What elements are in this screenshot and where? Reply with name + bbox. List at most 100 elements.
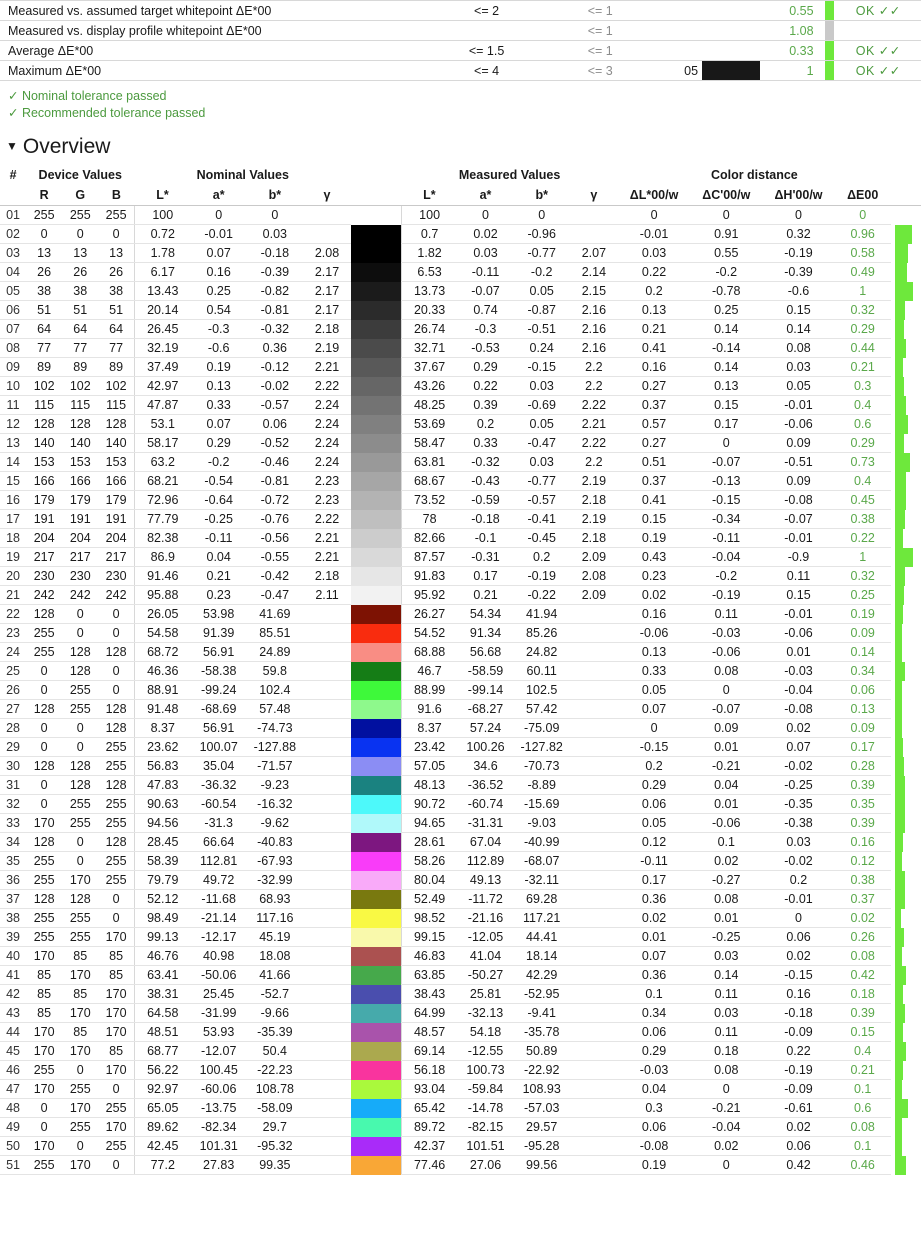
cell-device-b: 128 xyxy=(98,699,135,719)
cell-measured-L: 91.6 xyxy=(400,699,458,719)
cell-color-swatch xyxy=(351,224,401,244)
cell-color-swatch xyxy=(351,870,401,890)
table-row[interactable]: 01 255 255 255 100 0 0 100 0 0 0 0 0 0 xyxy=(0,204,921,225)
table-row[interactable]: 17 191 191 191 77.79 -0.25 -0.76 2.22 78 -0.18 -0.… xyxy=(0,509,921,529)
table-row[interactable]: 23 255 0 0 54.58 91.39 85.51 54.52 91.34 85.26 -0.… xyxy=(0,623,921,643)
cell-measured-gamma: 2.16 xyxy=(569,338,618,358)
cell-delta-E: 0.4 xyxy=(834,395,891,415)
cell-device-g: 128 xyxy=(62,642,99,662)
table-row[interactable]: 42 85 85 170 38.31 25.45 -52.7 38.43 25.81 -52.95… xyxy=(0,984,921,1004)
cell-nominal-gamma xyxy=(302,794,352,814)
cell-delta-E: 0.42 xyxy=(834,965,891,985)
cell-nominal-a: -0.25 xyxy=(190,509,247,529)
table-row[interactable]: 22 128 0 0 26.05 53.98 41.69 26.27 54.34 41.94 0.1… xyxy=(0,604,921,624)
cell-delta-E: 0.15 xyxy=(834,1022,891,1042)
table-row[interactable]: 21 242 242 242 95.88 0.23 -0.47 2.11 95.92 0.21 -0… xyxy=(0,585,921,605)
cell-nominal-gamma xyxy=(302,1003,352,1023)
cell-nominal-L: 79.79 xyxy=(133,870,191,890)
cell-index: 16 xyxy=(0,490,27,510)
table-row[interactable]: 14 153 153 153 63.2 -0.2 -0.46 2.24 63.81 -0.32 0.… xyxy=(0,452,921,472)
cell-measured-a: -60.74 xyxy=(457,794,514,814)
table-row[interactable]: 50 170 0 255 42.45 101.31 -95.32 42.37 101.51 -95… xyxy=(0,1136,921,1156)
cell-measured-a: 112.89 xyxy=(457,851,514,871)
table-row[interactable]: 12 128 128 128 53.1 0.07 0.06 2.24 53.69 0.2 0.05 2… xyxy=(0,414,921,434)
overview-section-header[interactable]: ▼ Overview xyxy=(0,122,921,165)
cell-delta-E: 0.73 xyxy=(834,452,891,472)
table-row[interactable]: 02 0 0 0 0.72 -0.01 0.03 0.7 0.02 -0.96 -0.01 0.91 0… xyxy=(0,224,921,244)
cell-index: 36 xyxy=(0,870,27,890)
cell-delta-E-bar xyxy=(891,851,921,871)
cell-index: 32 xyxy=(0,794,27,814)
cell-measured-L: 80.04 xyxy=(400,870,458,890)
cell-measured-L: 26.74 xyxy=(400,319,458,339)
table-row[interactable]: 44 170 85 170 48.51 53.93 -35.39 48.57 54.18 -35.… xyxy=(0,1022,921,1042)
cell-nominal-b: 0.36 xyxy=(246,338,303,358)
cell-measured-a: 0.74 xyxy=(457,300,514,320)
cell-nominal-a: -0.2 xyxy=(190,452,247,472)
table-row[interactable]: 07 64 64 64 26.45 -0.3 -0.32 2.18 26.74 -0.3 -0.51… xyxy=(0,319,921,339)
table-row[interactable]: 38 255 255 0 98.49 -21.14 117.16 98.52 -21.16 117… xyxy=(0,908,921,928)
table-row[interactable]: 33 170 255 255 94.56 -31.3 -9.62 94.65 -31.31 -9.… xyxy=(0,813,921,833)
cell-nominal-L: 13.43 xyxy=(133,281,191,301)
table-row[interactable]: 40 170 85 85 46.76 40.98 18.08 46.83 41.04 18.14 0… xyxy=(0,946,921,966)
table-body: 01 255 255 255 100 0 0 100 0 0 0 0 0 0 02 0 0 0 0.72 -0.01 0… xyxy=(0,204,921,1175)
table-row[interactable]: 32 0 255 255 90.63 -60.54 -16.32 90.72 -60.74 -15… xyxy=(0,794,921,814)
table-row[interactable]: 05 38 38 38 13.43 0.25 -0.82 2.17 13.73 -0.07 0.05… xyxy=(0,281,921,301)
cell-color-swatch xyxy=(351,319,401,339)
table-row[interactable]: 47 170 255 0 92.97 -60.06 108.78 93.04 -59.84 108… xyxy=(0,1079,921,1099)
cell-nominal-L: 46.36 xyxy=(133,661,191,681)
table-row[interactable]: 15 166 166 166 68.21 -0.54 -0.81 2.23 68.67 -0.43… xyxy=(0,471,921,491)
cell-delta-L: 0.16 xyxy=(617,604,691,624)
table-row[interactable]: 45 170 170 85 68.77 -12.07 50.4 69.14 -12.55 50.8… xyxy=(0,1041,921,1061)
table-row[interactable]: 43 85 170 170 64.58 -31.99 -9.66 64.99 -32.13 -9.… xyxy=(0,1003,921,1023)
table-row[interactable]: 41 85 170 85 63.41 -50.06 41.66 63.85 -50.27 42.2… xyxy=(0,965,921,985)
table-row[interactable]: 46 255 0 170 56.22 100.45 -22.23 56.18 100.73 -22… xyxy=(0,1060,921,1080)
table-row[interactable]: 51 255 170 0 77.2 27.83 99.35 77.46 27.06 99.56 0.… xyxy=(0,1155,921,1175)
cell-device-g: 0 xyxy=(62,851,99,871)
cell-nominal-b: -0.56 xyxy=(246,528,303,548)
chevron-down-icon[interactable]: ▼ xyxy=(6,139,18,153)
table-row[interactable]: 30 128 128 255 56.83 35.04 -71.57 57.05 34.6 -70.… xyxy=(0,756,921,776)
summary-nominal-tolerance: <= 2 xyxy=(427,0,546,21)
table-row[interactable]: 19 217 217 217 86.9 0.04 -0.55 2.21 87.57 -0.31 0.… xyxy=(0,547,921,567)
table-row[interactable]: 39 255 255 170 99.13 -12.17 45.19 99.15 -12.05 44… xyxy=(0,927,921,947)
table-row[interactable]: 20 230 230 230 91.46 0.21 -0.42 2.18 91.83 0.17 -0… xyxy=(0,566,921,586)
table-row[interactable]: 35 255 0 255 58.39 112.81 -67.93 58.26 112.89 -68… xyxy=(0,851,921,871)
cell-delta-H: -0.06 xyxy=(762,414,835,434)
table-row[interactable]: 18 204 204 204 82.38 -0.11 -0.56 2.21 82.66 -0.1-… xyxy=(0,528,921,548)
cell-delta-L: 0.21 xyxy=(617,319,691,339)
table-row[interactable]: 25 0 128 0 46.36 -58.38 59.8 46.7 -58.59 60.11 0.3… xyxy=(0,661,921,681)
cell-nominal-b: -9.62 xyxy=(246,813,303,833)
cell-measured-a: 0 xyxy=(457,204,514,225)
table-row[interactable]: 03 13 13 13 1.78 0.07 -0.18 2.08 1.82 0.03 -0.77 2.… xyxy=(0,243,921,263)
table-row[interactable]: 24 255 128 128 68.72 56.91 24.89 68.88 56.68 24.8… xyxy=(0,642,921,662)
cell-nominal-a: 0.54 xyxy=(190,300,247,320)
cell-nominal-a: 0.21 xyxy=(190,566,247,586)
table-row[interactable]: 10 102 102 102 42.97 0.13 -0.02 2.22 43.26 0.22 0.… xyxy=(0,376,921,396)
table-row[interactable]: 27 128 255 128 91.48 -68.69 57.48 91.6 -68.27 57.… xyxy=(0,699,921,719)
table-row[interactable]: 08 77 77 77 32.19 -0.6 0.36 2.19 32.71 -0.53 0.24 2… xyxy=(0,338,921,358)
summary-status: OK ✓✓ xyxy=(835,0,921,21)
table-row[interactable]: 49 0 255 170 89.62 -82.34 29.7 89.72 -82.15 29.57… xyxy=(0,1117,921,1137)
table-row[interactable]: 11 115 115 115 47.87 0.33 -0.57 2.24 48.25 0.39 -0… xyxy=(0,395,921,415)
table-row[interactable]: 48 0 170 255 65.05 -13.75 -58.09 65.42 -14.78 -57… xyxy=(0,1098,921,1118)
cell-measured-b: 50.89 xyxy=(513,1041,570,1061)
table-row[interactable]: 37 128 128 0 52.12 -11.68 68.93 52.49 -11.72 69.2… xyxy=(0,889,921,909)
cell-measured-gamma xyxy=(569,908,618,928)
table-row[interactable]: 36 255 170 255 79.79 49.72 -32.99 80.04 49.13 -32… xyxy=(0,870,921,890)
table-row[interactable]: 28 0 0 128 8.37 56.91 -74.73 8.37 57.24 -75.09 0 0.… xyxy=(0,718,921,738)
cell-delta-E: 0.22 xyxy=(834,528,891,548)
table-row[interactable]: 31 0 128 128 47.83 -36.32 -9.23 48.13 -36.52 -8.8… xyxy=(0,775,921,795)
table-row[interactable]: 16 179 179 179 72.96 -0.64 -0.72 2.23 73.52 -0.59… xyxy=(0,490,921,510)
table-row[interactable]: 09 89 89 89 37.49 0.19 -0.12 2.21 37.67 0.29 -0.15… xyxy=(0,357,921,377)
table-row[interactable]: 04 26 26 26 6.17 0.16 -0.39 2.17 6.53 -0.11 -0.2 2.… xyxy=(0,262,921,282)
table-row[interactable]: 13 140 140 140 58.17 0.29 -0.52 2.24 58.47 0.33 -0… xyxy=(0,433,921,453)
cell-delta-H: -0.08 xyxy=(762,490,835,510)
cell-delta-L: 0.29 xyxy=(617,775,691,795)
table-row[interactable]: 26 0 255 0 88.91 -99.24 102.4 88.99 -99.14 102.5 0… xyxy=(0,680,921,700)
cell-device-b: 255 xyxy=(98,870,135,890)
cell-delta-H: -0.04 xyxy=(762,680,835,700)
table-row[interactable]: 29 0 0 255 23.62 100.07 -127.88 23.42 100.26 -127… xyxy=(0,737,921,757)
table-row[interactable]: 06 51 51 51 20.14 0.54 -0.81 2.17 20.33 0.74 -0.87… xyxy=(0,300,921,320)
table-row[interactable]: 34 128 0 128 28.45 66.64 -40.83 28.61 67.04 -40.9… xyxy=(0,832,921,852)
